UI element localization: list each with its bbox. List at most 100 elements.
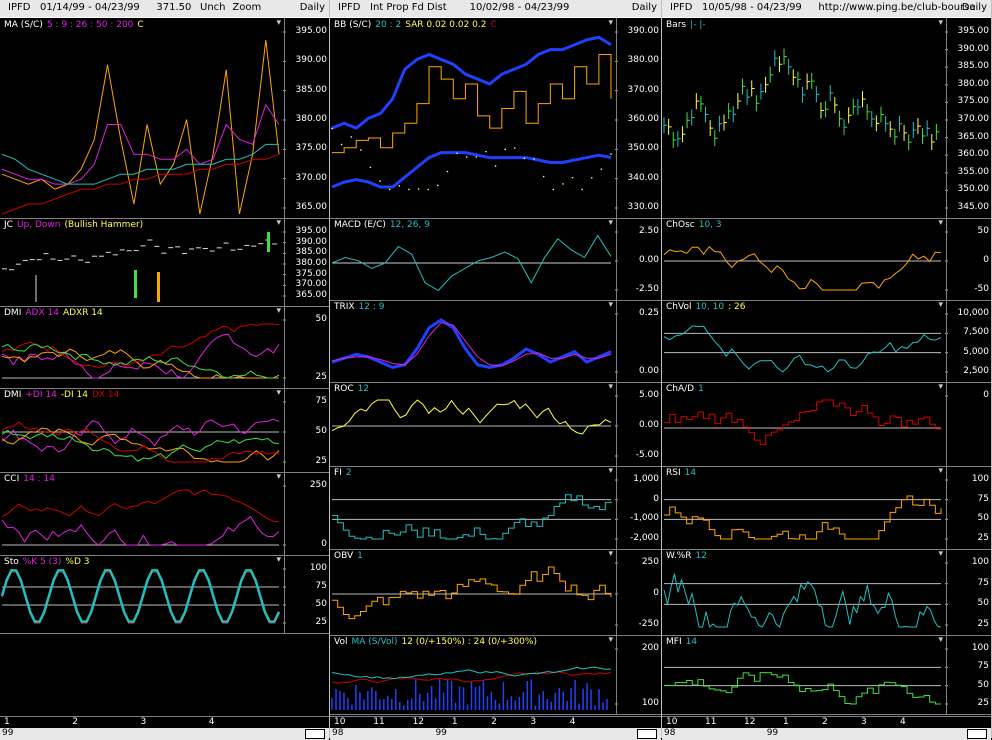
y-tick-label: 50 xyxy=(977,598,989,609)
chart-column-1: IPFD 01/14/99 - 04/23/99 371.50 Unch Zoom Dai… xyxy=(0,0,330,740)
panel-menu-icon[interactable]: ▾ xyxy=(938,218,943,228)
y-axis: 50 0 -50 xyxy=(946,218,991,300)
panel-menu-icon[interactable]: ▾ xyxy=(938,549,943,559)
indicator-line-1 xyxy=(332,494,612,540)
y-tick-label: 2.50 xyxy=(638,226,659,236)
indicator-panel[interactable]: Vol MA (S/Vol) 12 (0/+150%) : 24 (0/+300%)… xyxy=(330,635,661,715)
date-tick-label: 3 xyxy=(861,717,867,727)
panel-menu-icon[interactable]: ▾ xyxy=(938,466,943,476)
indicator-name: ChVol xyxy=(666,302,692,312)
column-header: IPFD Int Prop Fd Dist 10/02/98 - 04/23/99 D… xyxy=(330,0,661,18)
panel-menu-icon[interactable]: ▾ xyxy=(276,218,281,228)
panel-menu-icon[interactable]: ▾ xyxy=(938,300,943,310)
indicator-name: ChOsc xyxy=(666,220,695,230)
indicator-params: ADX 14 xyxy=(25,308,59,318)
indicator-line-1 xyxy=(1,333,280,379)
indicator-extra: %D 3 xyxy=(65,557,90,567)
sar-dot xyxy=(465,156,468,158)
indicator-params: MA (S/Vol) xyxy=(351,637,398,647)
panel-menu-icon[interactable]: ▾ xyxy=(938,18,943,28)
indicator-line-2 xyxy=(1,489,280,522)
indicator-panel[interactable]: CCI 14 : 14 ▾ 250 0 xyxy=(0,472,329,556)
sar-dot xyxy=(581,188,583,191)
header-extra: 10/02/98 - 04/23/99 xyxy=(469,2,570,13)
panel-menu-icon[interactable]: ▾ xyxy=(276,388,281,398)
indicator-panel[interactable]: JC Up, Down (Bullish Hammer) ▾ 395.00 390.00 3… xyxy=(0,218,329,307)
y-axis: 10,000 7,500 5,000 2,500 xyxy=(946,300,991,382)
indicator-name: DMI xyxy=(4,390,22,400)
header-extra: http://www.ping.be/club-bourse xyxy=(818,2,976,13)
sar-dot xyxy=(408,188,410,191)
indicator-panel[interactable]: DMI +DI 14 -DI 14 DX 14 ▾ 75 50 25 xyxy=(0,388,329,473)
indicator-line-1 xyxy=(664,399,942,446)
indicator-params: |- |- xyxy=(690,20,706,30)
indicator-extra: C xyxy=(137,20,144,30)
panel-menu-icon[interactable]: ▾ xyxy=(608,300,613,310)
y-tick-label: 25 xyxy=(977,698,989,708)
sar-dot xyxy=(379,180,381,182)
panel-menu-icon[interactable]: ▾ xyxy=(608,382,613,392)
date-tick-label: 4 xyxy=(208,717,215,727)
panel-title: JC Up, Down (Bullish Hammer) xyxy=(4,220,147,230)
panel-menu-icon[interactable]: ▾ xyxy=(608,218,613,228)
indicator-panel[interactable]: MFI 14 ▾ 100 75 50 25 xyxy=(662,635,991,715)
panel-menu-icon[interactable]: ▾ xyxy=(608,18,613,28)
y-tick-label: 340.00 xyxy=(627,172,660,183)
panel-menu-icon[interactable]: ▾ xyxy=(608,549,613,559)
period-dropdown[interactable]: Daily xyxy=(632,2,657,13)
y-tick-label: 25 xyxy=(977,619,989,629)
panel-menu-icon[interactable]: ▾ xyxy=(608,635,613,645)
period-dropdown[interactable]: Daily xyxy=(300,2,325,13)
panel-plot xyxy=(664,479,948,540)
panel-menu-icon[interactable]: ▾ xyxy=(938,382,943,392)
y-tick-label: 370.00 xyxy=(295,279,328,290)
indicator-params: Up, Down xyxy=(16,220,61,230)
zoom-button[interactable]: Zoom xyxy=(232,2,261,13)
panel-menu-icon[interactable]: ▾ xyxy=(276,555,281,565)
y-tick-label: 385.00 xyxy=(957,61,990,72)
panel-menu-icon[interactable]: ▾ xyxy=(276,472,281,482)
indicator-panel[interactable]: TRIX 12 : 9 ▾ 0.25 0.00 xyxy=(330,300,661,383)
indicator-panel[interactable]: ChA/D 1 ▾ 0 xyxy=(662,382,991,467)
panel-title: OBV 1 xyxy=(334,551,367,561)
symbol-label: IPFD xyxy=(8,2,31,13)
y-axis: 0 xyxy=(946,382,991,466)
indicator-extra: (Bullish Hammer) xyxy=(64,220,144,230)
indicator-panel[interactable]: Sto %K 5 (3) %D 3 ▾ 100 75 50 25 xyxy=(0,555,329,634)
y-tick-label: 100 xyxy=(971,643,989,653)
indicator-panel[interactable]: MA (S/C) 5 : 9 : 26 : 50 : 200 C ▾ 395.00 390… xyxy=(0,18,329,219)
panel-menu-icon[interactable]: ▾ xyxy=(608,466,613,476)
panel-title: Bars |- |- xyxy=(666,20,710,30)
indicator-panel[interactable]: W.%R 12 ▾ 100 75 50 25 xyxy=(662,549,991,636)
y-tick-label: 395.00 xyxy=(957,26,990,36)
period-dropdown[interactable]: Daily xyxy=(962,2,987,13)
y-tick-label: 75 xyxy=(977,493,989,504)
y-tick-label: 365.00 xyxy=(295,290,328,300)
indicator-params: 5 : 9 : 26 : 50 : 200 xyxy=(46,20,134,30)
date-tick-label: 1 xyxy=(4,717,10,727)
y-tick-label: 25 xyxy=(315,372,327,382)
indicator-panel[interactable]: MACD (E/C) 12, 26, 9 ▾ 2.50 0.00 -2.50 xyxy=(330,218,661,301)
indicator-panel[interactable]: RSI 14 ▾ 100 75 50 25 xyxy=(662,466,991,550)
y-tick-label: 390.00 xyxy=(295,236,328,247)
indicator-panel[interactable]: BB (S/C) 20 : 2 SAR 0.02 0.02 0.2 C ▾ 390.00 3… xyxy=(330,18,661,219)
indicator-panel[interactable]: ChVol 10, 10: 26 ▾ 10,000 7,500 5,000 2,500 xyxy=(662,300,991,383)
sar-dot xyxy=(427,188,430,191)
panel-menu-icon[interactable]: ▾ xyxy=(276,306,281,316)
indicator-panel[interactable]: DMI ADX 14 ADXR 14 ▾ 50 25 xyxy=(0,306,329,389)
sar-dot xyxy=(494,165,497,167)
y-axis: 395.00 390.00 385.00 380.00 375.00 370.00 365.… xyxy=(284,218,329,306)
panel-menu-icon[interactable]: ▾ xyxy=(938,635,943,645)
indicator-panel[interactable]: OBV 1 ▾ 250 0 -250 xyxy=(330,549,661,636)
indicator-panel[interactable]: ROC 12 ▾ 5.00 0.00 -5.00 xyxy=(330,382,661,467)
indicator-name: MFI xyxy=(666,637,682,647)
panel-title: RSI 14 xyxy=(666,468,700,478)
indicator-panel[interactable]: Bars |- |- ▾ 395.00 390.00 385.00 380.00 375.00… xyxy=(662,18,991,219)
date-tick-label: 11 xyxy=(705,717,717,727)
sar-dot xyxy=(600,168,603,170)
indicator-panel[interactable]: ChOsc 10, 3 ▾ 50 0 -50 xyxy=(662,218,991,301)
indicator-panel[interactable]: FI 2 ▾ 1,000 0 -1,000 -2,000 xyxy=(330,466,661,550)
panel-menu-icon[interactable]: ▾ xyxy=(276,18,281,28)
series-lower-line xyxy=(331,151,612,189)
date-tick-label: 11 xyxy=(373,717,385,727)
